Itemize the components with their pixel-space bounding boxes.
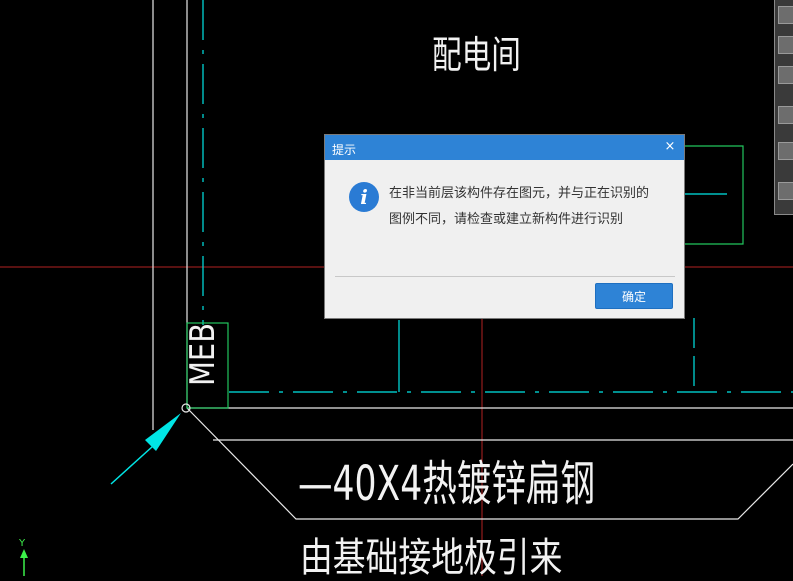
meb-tag-label: MEB bbox=[183, 322, 223, 386]
prompt-dialog: 提示 × i 在非当前层该构件存在图元，并与正在识别的图例不同，请检查或建立新构… bbox=[324, 134, 685, 319]
view-toolbar bbox=[774, 0, 793, 215]
leader-arrowhead bbox=[145, 413, 181, 451]
ucs-y-arrowhead bbox=[20, 549, 28, 558]
source-label: 由基础接地极引来 bbox=[300, 535, 563, 581]
toolbar-button[interactable] bbox=[778, 182, 793, 200]
toolbar-button[interactable] bbox=[778, 106, 793, 124]
toolbar-button[interactable] bbox=[778, 66, 793, 84]
dialog-title: 提示 bbox=[332, 143, 357, 157]
dialog-titlebar[interactable]: 提示 × bbox=[325, 135, 684, 160]
green-box bbox=[685, 145, 744, 245]
dialog-message: 在非当前层该构件存在图元，并与正在识别的图例不同，请检查或建立新构件进行识别 bbox=[389, 186, 650, 227]
toolbar-button[interactable] bbox=[778, 142, 793, 160]
toolbar-button[interactable] bbox=[778, 6, 793, 24]
toolbar-button[interactable] bbox=[778, 36, 793, 54]
steel-strip-label: —40X4热镀锌扁钢 bbox=[298, 456, 596, 512]
dialog-divider bbox=[335, 276, 675, 277]
room-label: 配电间 bbox=[432, 33, 521, 77]
info-icon: i bbox=[349, 182, 379, 212]
ucs-y-label: Y bbox=[19, 538, 26, 549]
ok-button[interactable]: 确定 bbox=[595, 283, 673, 309]
close-icon[interactable]: × bbox=[662, 139, 678, 155]
